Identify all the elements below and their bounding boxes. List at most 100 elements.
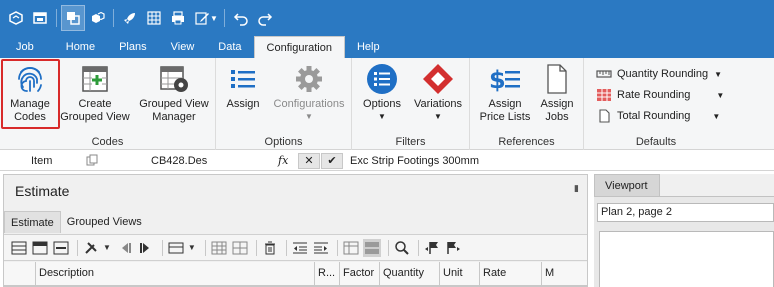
- tab-help[interactable]: Help: [345, 36, 392, 58]
- chevron-down-icon[interactable]: ▼: [188, 243, 196, 252]
- quantity-rounding-button[interactable]: Quantity Rounding ▼: [596, 64, 722, 84]
- outdent-icon[interactable]: [291, 239, 309, 257]
- chevron-down-icon: ▼: [714, 69, 723, 79]
- create-grouped-view-button[interactable]: Create Grouped View: [60, 62, 130, 130]
- grid-icon[interactable]: [142, 5, 166, 31]
- tab-estimate[interactable]: Estimate: [4, 211, 61, 233]
- copy-window-icon[interactable]: [61, 5, 85, 31]
- ruler-icon: [596, 67, 612, 81]
- column-header[interactable]: Factor: [340, 262, 380, 286]
- rocket-icon[interactable]: [118, 5, 142, 31]
- cancel-edit-button[interactable]: ✕: [298, 153, 320, 169]
- estimate-panel: Estimate ▮ Estimate Grouped Views ▼ ▼ De…: [3, 174, 588, 287]
- grid-view-icon[interactable]: [210, 239, 228, 257]
- tab-configuration[interactable]: Configuration: [253, 36, 345, 58]
- formula-input[interactable]: Exc Strip Footings 300mm: [350, 155, 479, 167]
- chevron-down-icon: ▼: [378, 112, 386, 121]
- column-header[interactable]: Unit: [440, 262, 480, 286]
- flag-forward-icon[interactable]: [444, 239, 462, 257]
- tab-plans[interactable]: Plans: [107, 36, 159, 58]
- tab-grouped-views[interactable]: Grouped Views: [61, 211, 148, 233]
- variations-button[interactable]: Variations ▼: [410, 62, 466, 130]
- prev-icon[interactable]: [116, 239, 134, 257]
- pin-icon[interactable]: ▮: [574, 183, 579, 194]
- chevron-down-icon[interactable]: ▼: [103, 243, 111, 252]
- row-selector-header[interactable]: [4, 262, 36, 286]
- header-row-icon[interactable]: [31, 239, 49, 257]
- printer-icon[interactable]: [166, 5, 190, 31]
- column-header[interactable]: Rate: [480, 262, 542, 286]
- separator: [223, 9, 225, 27]
- indent-icon[interactable]: [312, 239, 330, 257]
- next-icon[interactable]: [137, 239, 155, 257]
- filter-options-button[interactable]: Options ▼: [360, 62, 404, 130]
- tab-view[interactable]: View: [159, 36, 207, 58]
- create-grouped-view-label: Create Grouped View: [60, 98, 130, 123]
- options-group: Assign Configurations ▼ Options: [216, 58, 352, 150]
- configurations-button[interactable]: Configurations ▼: [268, 62, 350, 130]
- separator: [387, 239, 389, 256]
- column-header[interactable]: R...: [315, 262, 340, 286]
- gear-icon: [294, 62, 324, 96]
- column-icon[interactable]: [342, 239, 360, 257]
- tab-home[interactable]: Home: [54, 36, 107, 58]
- tab-data[interactable]: Data: [206, 36, 253, 58]
- app-logo-icon[interactable]: [4, 5, 28, 31]
- collapse-rows-icon[interactable]: [52, 239, 70, 257]
- quantity-rounding-label: Quantity Rounding: [617, 68, 709, 80]
- tab-viewport[interactable]: Viewport: [594, 174, 660, 196]
- column-header[interactable]: M: [542, 262, 587, 286]
- grid-settings-icon: [158, 62, 190, 96]
- rows-icon[interactable]: [10, 239, 28, 257]
- separator: [56, 9, 57, 27]
- column-header[interactable]: Quantity: [380, 262, 440, 286]
- item-label: Item: [31, 154, 53, 167]
- formula-bar: Item CB428.Des fx ✕ ✔ Exc Strip Footings…: [0, 151, 774, 171]
- configurations-label: Configurations: [273, 98, 345, 110]
- column-headers: Description R... Factor Quantity Unit Ra…: [4, 262, 587, 286]
- list-icon: [229, 62, 257, 96]
- chevron-down-icon[interactable]: ▼: [210, 14, 218, 23]
- quick-access-toolbar: ▼: [0, 0, 774, 36]
- search-icon[interactable]: [393, 239, 411, 257]
- redo-icon[interactable]: [253, 5, 277, 31]
- viewport-panel: Viewport Plan 2, page 2: [594, 174, 774, 287]
- accept-edit-button[interactable]: ✔: [321, 153, 343, 169]
- undo-icon[interactable]: [229, 5, 253, 31]
- assign-jobs-button[interactable]: Assign Jobs: [536, 62, 578, 130]
- codes-group: Manage Codes Create Grouped View Grouped…: [0, 58, 216, 150]
- rate-rounding-label: Rate Rounding: [617, 89, 691, 101]
- trash-icon[interactable]: [261, 239, 279, 257]
- assign-price-lists-button[interactable]: $ Assign Price Lists: [476, 62, 534, 130]
- tab-job[interactable]: Job: [0, 36, 54, 58]
- rate-rounding-button[interactable]: Rate Rounding ▼: [596, 85, 724, 105]
- estimate-subtabs: Estimate Grouped Views: [4, 211, 148, 233]
- tools-icon[interactable]: [82, 239, 100, 257]
- page-select[interactable]: Plan 2, page 2: [597, 203, 774, 222]
- ribbon-tabs: Job Home Plans View Data Configuration H…: [0, 36, 774, 58]
- copy-icon[interactable]: [86, 154, 98, 169]
- total-rounding-button[interactable]: Total Rounding ▼: [596, 106, 720, 126]
- assign-jobs-label: Assign Jobs: [540, 98, 574, 123]
- chevron-down-icon: ▼: [712, 111, 721, 121]
- table-icon[interactable]: [167, 239, 185, 257]
- filters-group-label: Filters: [395, 136, 426, 148]
- highlight-rows-icon[interactable]: [362, 238, 381, 257]
- column-header[interactable]: Description: [36, 262, 315, 286]
- variations-diamond-icon: [422, 62, 454, 96]
- list-circle-icon: [366, 62, 398, 96]
- grid-lines-icon[interactable]: [231, 239, 249, 257]
- grouped-view-manager-label: Grouped View Manager: [139, 98, 209, 123]
- window-icon[interactable]: [28, 5, 52, 31]
- rate-table-icon: [596, 88, 612, 102]
- viewport-canvas[interactable]: [599, 231, 774, 287]
- viewport-body: Plan 2, page 2: [594, 196, 774, 287]
- fx-icon[interactable]: fx: [278, 154, 288, 167]
- cubes-icon[interactable]: [85, 5, 109, 31]
- variations-label: Variations: [413, 98, 463, 110]
- flag-back-icon[interactable]: [423, 239, 441, 257]
- separator: [336, 239, 338, 256]
- grouped-view-manager-button[interactable]: Grouped View Manager: [134, 62, 214, 130]
- assign-button[interactable]: Assign: [222, 62, 264, 130]
- estimate-toolbar: ▼ ▼: [4, 234, 587, 261]
